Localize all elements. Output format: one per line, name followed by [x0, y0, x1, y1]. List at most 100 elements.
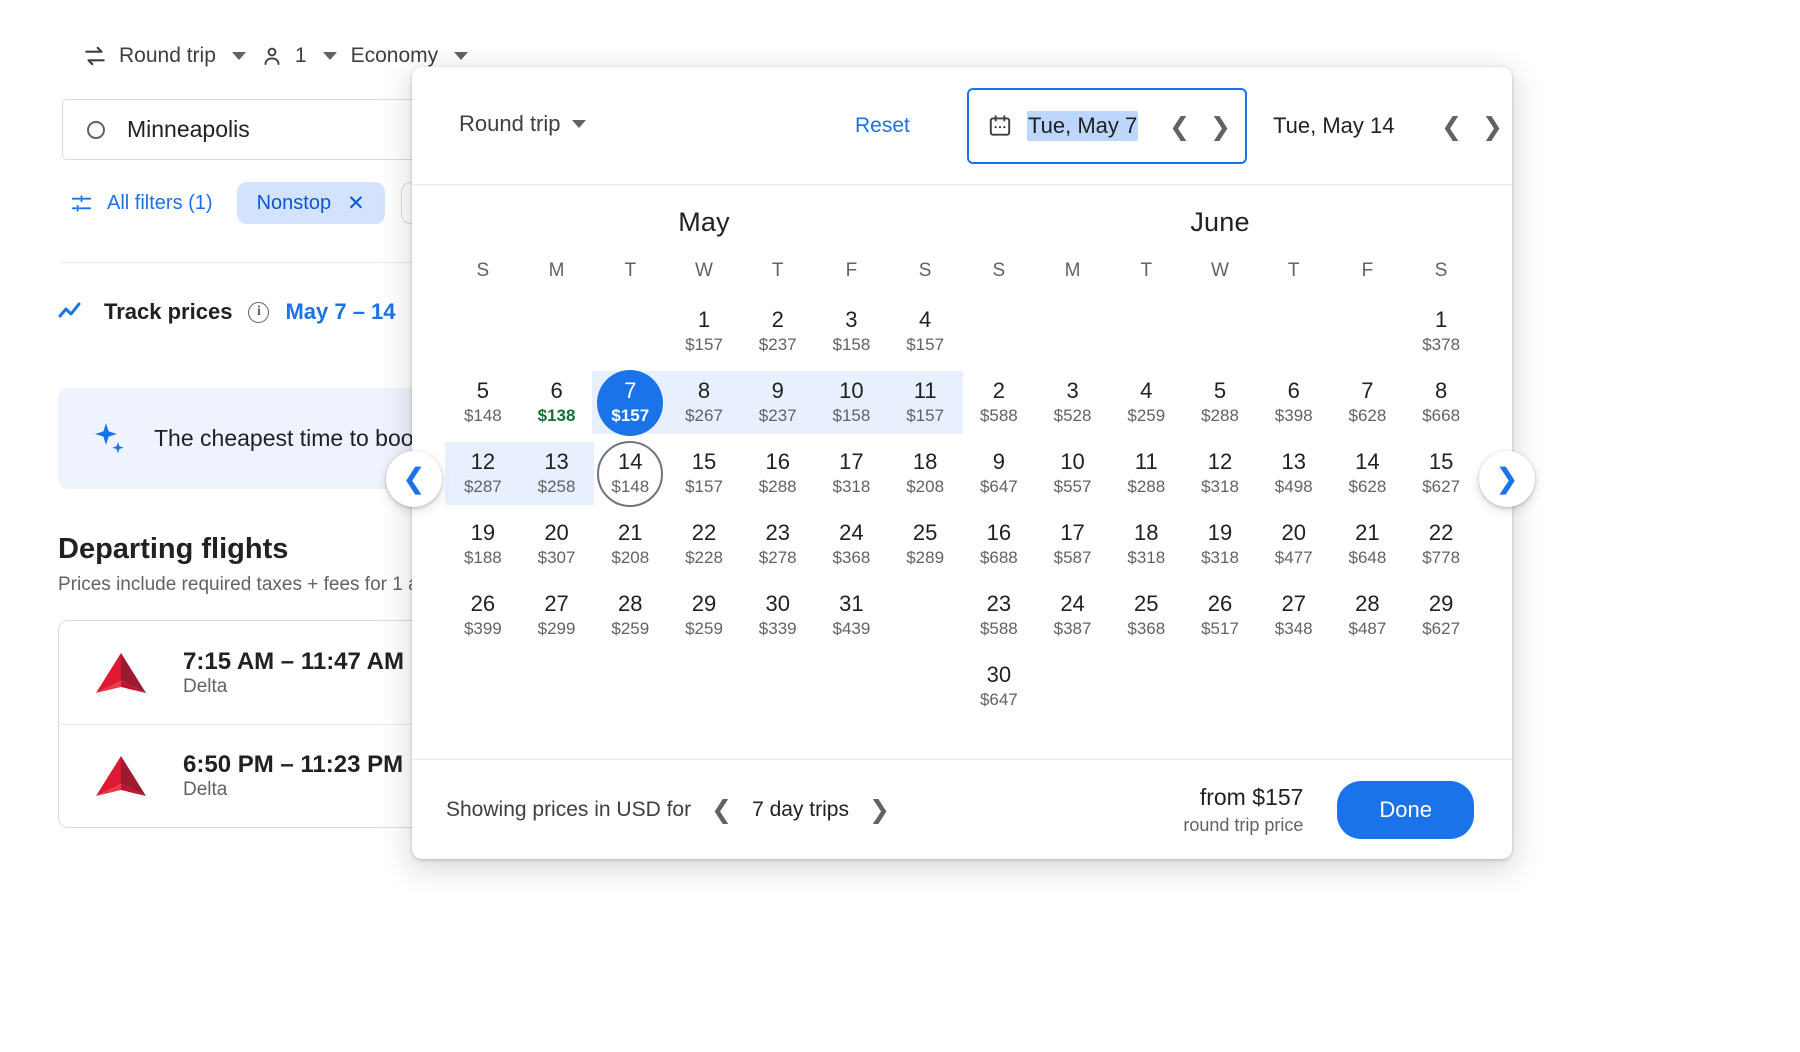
- calendar-cell-empty: [446, 296, 520, 367]
- calendar-day-cell[interactable]: 14$148: [593, 438, 667, 509]
- calendar-day-cell[interactable]: 18$208: [888, 438, 962, 509]
- calendar-day-cell[interactable]: 23$588: [962, 580, 1036, 651]
- carousel-prev-button[interactable]: ❮: [386, 451, 442, 507]
- day-number: 8: [698, 379, 710, 402]
- calendar-day-cell[interactable]: 20$477: [1257, 509, 1331, 580]
- carousel-next-button[interactable]: ❯: [1479, 451, 1535, 507]
- calendar-day-cell[interactable]: 13$258: [520, 438, 594, 509]
- calendar-day-cell[interactable]: 12$287: [446, 438, 520, 509]
- info-icon[interactable]: i: [248, 302, 269, 323]
- calendar-day-cell[interactable]: 4$157: [888, 296, 962, 367]
- day-price: $299: [538, 619, 576, 639]
- calendar-day-cell[interactable]: 30$339: [741, 580, 815, 651]
- calendar-day-cell[interactable]: 21$208: [593, 509, 667, 580]
- calendar-day-cell[interactable]: 29$627: [1404, 580, 1478, 651]
- calendar-day-cell[interactable]: 3$528: [1036, 367, 1110, 438]
- calendar-day-cell[interactable]: 25$368: [1109, 580, 1183, 651]
- calendar-day-cell[interactable]: 7$628: [1331, 367, 1405, 438]
- day-number: 23: [987, 592, 1011, 615]
- calendar-day-cell[interactable]: 26$399: [446, 580, 520, 651]
- calendar-day-cell[interactable]: 17$318: [815, 438, 889, 509]
- chevron-left-icon[interactable]: ❮: [1441, 114, 1462, 139]
- calendar-day-cell[interactable]: 8$668: [1404, 367, 1478, 438]
- calendar-day-cell[interactable]: 13$498: [1257, 438, 1331, 509]
- calendar-day-cell[interactable]: 23$278: [741, 509, 815, 580]
- calendar-day-cell[interactable]: 7$157: [593, 367, 667, 438]
- calendar-week-row: 30$647: [962, 651, 1478, 722]
- chevron-right-icon[interactable]: ❯: [1482, 114, 1503, 139]
- close-icon[interactable]: ✕: [347, 193, 365, 214]
- departure-date-field[interactable]: Tue, May 7 ❮ ❯: [967, 88, 1247, 164]
- calendar-day-cell[interactable]: 11$288: [1109, 438, 1183, 509]
- reset-button[interactable]: Reset: [855, 114, 910, 138]
- calendar-day-cell[interactable]: 4$259: [1109, 367, 1183, 438]
- filter-chip-label: Nonstop: [257, 192, 332, 215]
- calendar-day-cell[interactable]: 14$628: [1331, 438, 1405, 509]
- day-number: 28: [618, 592, 642, 615]
- day-price: $208: [611, 548, 649, 568]
- calendar-day-cell[interactable]: 6$398: [1257, 367, 1331, 438]
- chevron-down-icon: [323, 52, 337, 60]
- calendar-day-cell[interactable]: 3$158: [815, 296, 889, 367]
- trip-type-selector[interactable]: Round trip: [78, 36, 256, 76]
- calendar-day-cell[interactable]: 6$138: [520, 367, 594, 438]
- day-price: $688: [980, 548, 1018, 568]
- calendar-day-cell[interactable]: 28$487: [1331, 580, 1405, 651]
- cheapest-time-text: The cheapest time to boo: [154, 425, 414, 452]
- return-date-field[interactable]: Tue, May 14 ❮ ❯: [1267, 88, 1517, 164]
- calendar-day-cell[interactable]: 15$157: [667, 438, 741, 509]
- day-number: 5: [1214, 379, 1226, 402]
- calendar-day-cell[interactable]: 27$299: [520, 580, 594, 651]
- day-number: 24: [1060, 592, 1084, 615]
- calendar-day-cell[interactable]: 2$588: [962, 367, 1036, 438]
- day-price: $158: [833, 406, 871, 426]
- calendar-day-cell[interactable]: 30$647: [962, 651, 1036, 722]
- calendar-day-cell[interactable]: 1$378: [1404, 296, 1478, 367]
- calendar-day-cell[interactable]: 1$157: [667, 296, 741, 367]
- calendar-day-cell[interactable]: 9$647: [962, 438, 1036, 509]
- chevron-left-icon[interactable]: ❮: [711, 797, 732, 822]
- day-number: 27: [1281, 592, 1305, 615]
- calendar-day-cell[interactable]: 24$368: [815, 509, 889, 580]
- calendar-day-cell[interactable]: 19$188: [446, 509, 520, 580]
- calendar-day-cell[interactable]: 19$318: [1183, 509, 1257, 580]
- calendar-day-cell[interactable]: 5$148: [446, 367, 520, 438]
- calendar-day-cell[interactable]: 27$348: [1257, 580, 1331, 651]
- calendar-day-cell[interactable]: 16$288: [741, 438, 815, 509]
- done-button[interactable]: Done: [1337, 781, 1474, 839]
- calendar-day-cell[interactable]: 9$237: [741, 367, 815, 438]
- day-number: 20: [544, 521, 568, 544]
- calendar-day-cell[interactable]: 29$259: [667, 580, 741, 651]
- calendar-day-cell[interactable]: 11$157: [888, 367, 962, 438]
- swap-horizontal-icon: [82, 43, 108, 69]
- calendar-day-cell[interactable]: 5$288: [1183, 367, 1257, 438]
- dialog-trip-type-selector[interactable]: Round trip: [459, 111, 586, 137]
- chevron-left-icon[interactable]: ❮: [1169, 114, 1190, 139]
- calendar-day-cell[interactable]: 24$387: [1036, 580, 1110, 651]
- calendar-day-cell[interactable]: 31$439: [815, 580, 889, 651]
- trip-length-control: Showing prices in USD for ❮ 7 day trips …: [446, 797, 890, 822]
- calendar-day-cell[interactable]: 28$259: [593, 580, 667, 651]
- calendar-day-cell[interactable]: 10$557: [1036, 438, 1110, 509]
- all-filters-button[interactable]: All filters (1): [62, 186, 221, 221]
- chevron-right-icon[interactable]: ❯: [869, 797, 890, 822]
- calendar-day-cell[interactable]: 25$289: [888, 509, 962, 580]
- calendar-day-cell[interactable]: 8$267: [667, 367, 741, 438]
- calendar-day-cell[interactable]: 10$158: [815, 367, 889, 438]
- calendar-day-cell[interactable]: 12$318: [1183, 438, 1257, 509]
- calendar-day-cell[interactable]: 16$688: [962, 509, 1036, 580]
- calendar-day-cell[interactable]: 22$778: [1404, 509, 1478, 580]
- day-number: 17: [1060, 521, 1084, 544]
- filter-chip-nonstop[interactable]: Nonstop ✕: [237, 182, 385, 224]
- passenger-selector[interactable]: 1: [256, 37, 347, 75]
- calendar-day-cell[interactable]: 21$648: [1331, 509, 1405, 580]
- calendar-day-cell[interactable]: 22$228: [667, 509, 741, 580]
- date-picker-dialog: Round trip Reset Tue, May 7 ❮: [412, 67, 1512, 859]
- calendar-day-cell[interactable]: 26$517: [1183, 580, 1257, 651]
- calendar-day-cell[interactable]: 15$627: [1404, 438, 1478, 509]
- calendar-day-cell[interactable]: 2$237: [741, 296, 815, 367]
- calendar-day-cell[interactable]: 17$587: [1036, 509, 1110, 580]
- calendar-day-cell[interactable]: 18$318: [1109, 509, 1183, 580]
- chevron-right-icon[interactable]: ❯: [1210, 114, 1231, 139]
- calendar-day-cell[interactable]: 20$307: [520, 509, 594, 580]
